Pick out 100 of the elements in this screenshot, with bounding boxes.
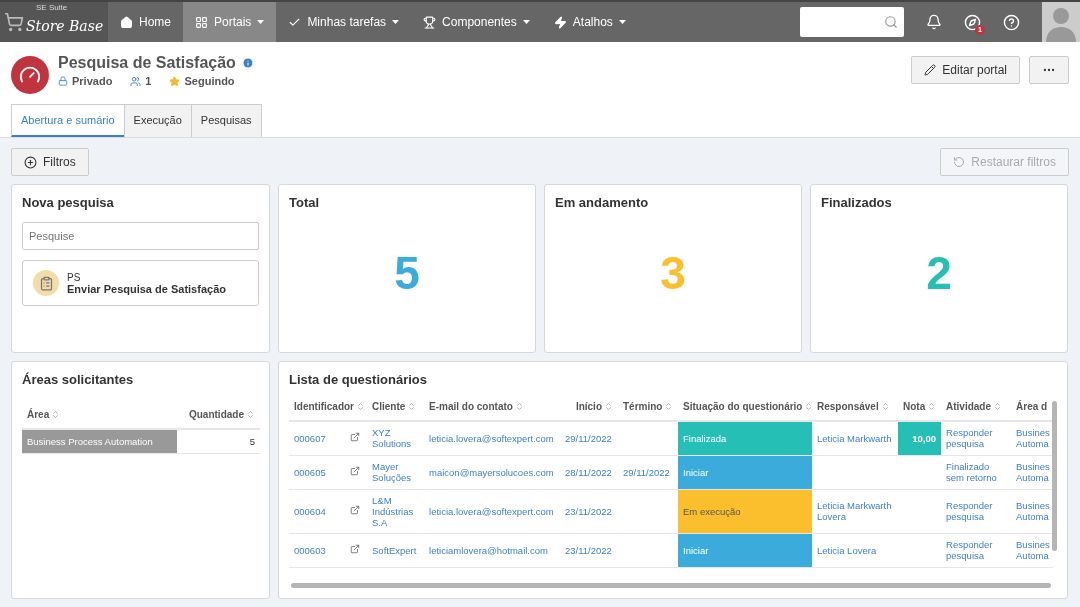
activity-link[interactable]: Finalizado sem retorno xyxy=(946,461,1006,483)
privacy-label: Privado xyxy=(72,75,113,87)
stat-value: 5 xyxy=(394,246,420,300)
identifier-link[interactable]: 000607 xyxy=(294,432,340,444)
survey-code: PS xyxy=(67,271,82,283)
activity-link[interactable]: Responder pesquisa xyxy=(946,500,1006,522)
compass-icon[interactable] xyxy=(964,13,981,31)
search-field[interactable]: Pesquise xyxy=(22,222,259,250)
logo-name: Store Base xyxy=(26,18,104,34)
area-cell: Business Process Automation xyxy=(22,429,177,453)
identifier-link[interactable]: 000605 xyxy=(294,466,340,478)
area-text: Busines Automa xyxy=(1016,427,1048,450)
logo[interactable]: SE Suite Store Base xyxy=(0,2,108,42)
start-date: 23/11/2022 xyxy=(565,544,613,556)
info-icon[interactable] xyxy=(241,57,254,69)
column-header[interactable]: E-mail do contato xyxy=(429,401,524,412)
column-header[interactable]: Identificador xyxy=(294,401,365,412)
card-title: Em andamento xyxy=(555,195,650,210)
survey-item[interactable]: PS Enviar Pesquisa de Satisfação xyxy=(22,260,259,306)
clipboard-icon xyxy=(33,270,59,296)
bell-icon[interactable] xyxy=(926,14,942,30)
nav-item[interactable]: Minhas tarefas xyxy=(276,2,412,42)
responsible-name: Leticia Markwarth xyxy=(817,432,893,444)
sort-icon[interactable] xyxy=(604,402,613,411)
pencil-icon xyxy=(924,64,937,76)
nav-item[interactable]: Portais xyxy=(183,2,277,42)
status-cell: Em execução xyxy=(678,489,812,533)
survey-label: Enviar Pesquisa de Satisfação xyxy=(67,282,226,295)
tab[interactable]: Execução xyxy=(123,104,192,137)
bolt-icon xyxy=(553,15,567,29)
status-cell: Iniciar xyxy=(678,455,812,489)
column-header[interactable]: Término xyxy=(623,401,674,412)
star-icon xyxy=(169,75,181,87)
client-link[interactable]: L&M Indústrias S.A xyxy=(372,494,419,528)
activity-link[interactable]: Responder pesquisa xyxy=(946,427,1006,450)
stat-value: 2 xyxy=(926,246,952,300)
nav-item[interactable]: Componentes xyxy=(411,2,542,42)
start-date: 28/11/2022 xyxy=(565,466,613,478)
grid-icon xyxy=(195,15,208,29)
responsible-name: Leticia Lovera xyxy=(817,544,878,556)
end-date: 29/11/2022 xyxy=(623,466,671,478)
sort-icon[interactable] xyxy=(664,402,674,411)
sort-icon[interactable] xyxy=(993,402,1003,411)
search-icon xyxy=(884,15,898,29)
stat-value: 3 xyxy=(660,246,686,300)
trophy-icon xyxy=(423,15,437,29)
edit-portal-button[interactable]: Editar portal xyxy=(911,56,1020,84)
card-title: Nova pesquisa xyxy=(22,195,115,210)
external-link-icon[interactable] xyxy=(350,505,360,515)
vertical-scrollbar[interactable] xyxy=(1052,401,1057,551)
member-count: 1 xyxy=(145,75,152,87)
sort-icon[interactable] xyxy=(407,402,417,411)
email-text: leticiamlovera@hotmail.com xyxy=(429,544,549,556)
email-text: maicon@mayersolucoes.com xyxy=(429,466,555,478)
column-header[interactable]: Início xyxy=(575,401,613,412)
portal-title: Pesquisa de Satisfação xyxy=(58,54,236,72)
sort-icon[interactable] xyxy=(804,402,814,411)
column-header[interactable]: Atividade xyxy=(946,401,1003,412)
external-link-icon[interactable] xyxy=(350,466,360,476)
column-header[interactable]: Quantidade xyxy=(189,409,255,420)
nav-item[interactable]: Atalhos xyxy=(541,2,638,42)
score-cell: 10,00 xyxy=(898,421,941,455)
column-header[interactable]: Responsável xyxy=(817,401,890,412)
avatar[interactable] xyxy=(1042,2,1080,42)
help-icon[interactable] xyxy=(1003,13,1020,31)
client-link[interactable]: XYZ Solutions xyxy=(372,427,419,450)
card-title: Finalizados xyxy=(821,195,893,210)
column-header[interactable]: Área d xyxy=(1016,401,1048,412)
follow-label: Seguindo xyxy=(184,75,235,87)
external-link-icon[interactable] xyxy=(350,432,360,443)
client-link[interactable]: SoftExpert xyxy=(372,544,419,556)
nav-item[interactable]: Home xyxy=(108,2,183,42)
external-link-icon[interactable] xyxy=(350,544,360,554)
activity-link[interactable]: Responder pesquisa xyxy=(946,539,1006,561)
more-button[interactable] xyxy=(1029,56,1069,84)
logo-subtitle: SE Suite xyxy=(36,3,68,12)
card-title: Lista de questionários xyxy=(289,372,428,387)
tab[interactable]: Abertura e sumário xyxy=(11,104,125,137)
search-field[interactable] xyxy=(800,7,904,37)
start-date: 29/11/2022 xyxy=(565,432,613,444)
column-header[interactable]: Nota xyxy=(903,401,937,412)
count-cell: 5 xyxy=(177,429,260,453)
identifier-link[interactable]: 000604 xyxy=(294,505,340,517)
sort-icon[interactable] xyxy=(927,402,937,411)
sort-icon[interactable] xyxy=(356,402,365,411)
sort-icon[interactable] xyxy=(514,402,524,411)
client-link[interactable]: Mayer Soluções xyxy=(372,461,419,483)
column-header[interactable]: Área xyxy=(27,409,61,420)
status-cell: Iniciar xyxy=(678,533,812,567)
sort-icon[interactable] xyxy=(246,410,255,419)
tab[interactable]: Pesquisas xyxy=(190,104,262,137)
column-header[interactable]: Situação do questionário xyxy=(683,401,814,412)
sort-icon[interactable] xyxy=(51,410,61,419)
identifier-link[interactable]: 000603 xyxy=(294,544,340,556)
horizontal-scrollbar[interactable] xyxy=(291,583,1051,588)
sort-icon[interactable] xyxy=(880,402,890,411)
cart-icon xyxy=(4,12,24,32)
filters-button[interactable]: Filtros xyxy=(11,148,89,176)
plus-icon xyxy=(24,155,37,169)
column-header[interactable]: Cliente xyxy=(372,401,417,412)
